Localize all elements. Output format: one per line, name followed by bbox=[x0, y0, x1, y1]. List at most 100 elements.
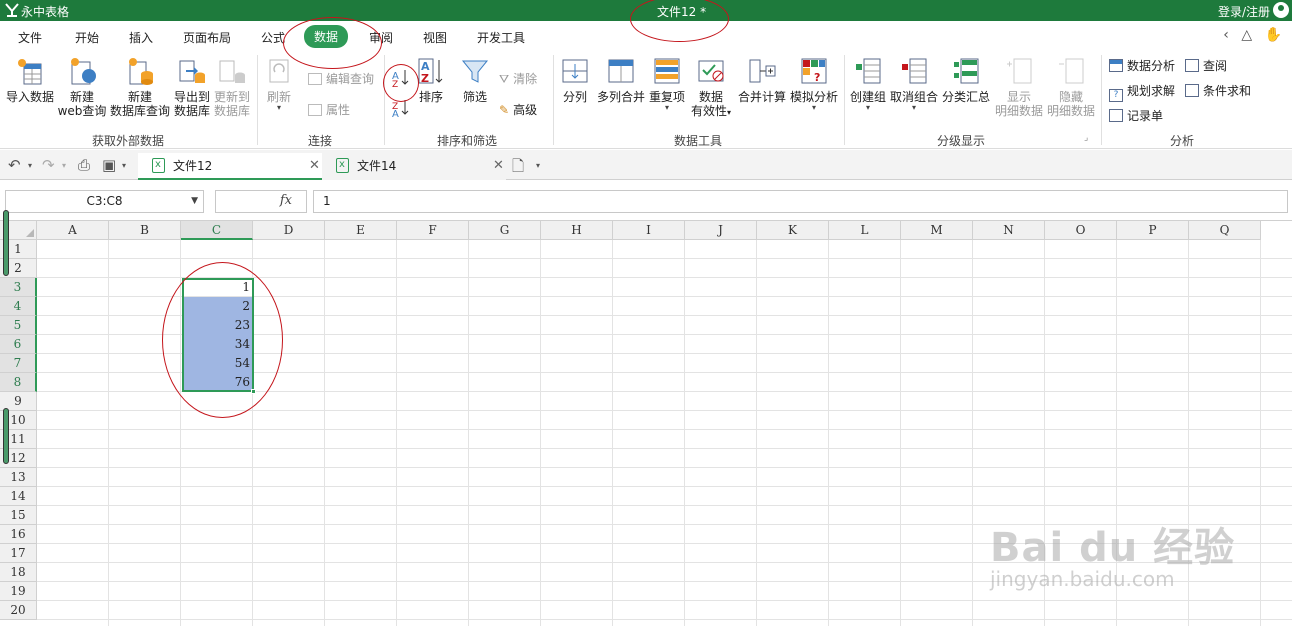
consolidate-button[interactable]: 合并计算 bbox=[737, 56, 787, 104]
row-header-20[interactable]: 20 bbox=[0, 601, 37, 620]
row-header-6[interactable]: 6 bbox=[0, 335, 37, 354]
data-validity-button[interactable]: 数据 有效性▾ bbox=[688, 56, 734, 120]
vertical-split-handle[interactable] bbox=[3, 210, 9, 276]
close-tab-icon[interactable]: ✕ bbox=[309, 153, 320, 179]
redo-icon[interactable]: ↷ bbox=[42, 156, 55, 174]
column-header-i[interactable]: I bbox=[613, 221, 685, 240]
column-header-h[interactable]: H bbox=[541, 221, 613, 240]
close-tab-icon[interactable]: ✕ bbox=[493, 153, 504, 179]
column-header-f[interactable]: F bbox=[397, 221, 469, 240]
name-box[interactable]: C3:C8 ▼ bbox=[5, 190, 204, 213]
text-to-columns-button[interactable]: 分列 bbox=[558, 56, 592, 104]
duplicates-button[interactable]: 重复项 ▾ bbox=[648, 56, 686, 112]
edit-query-button[interactable]: 编辑查询 bbox=[308, 70, 374, 87]
row-header-18[interactable]: 18 bbox=[0, 563, 37, 582]
outline-dialog-launcher-icon[interactable]: ⌟ bbox=[1084, 133, 1088, 143]
function-wizard[interactable]: fx bbox=[215, 190, 307, 213]
tab-data[interactable]: 数据 bbox=[304, 25, 349, 48]
tab-developer[interactable]: 开发工具 bbox=[477, 29, 525, 46]
print-preview-icon[interactable]: ⎙ bbox=[78, 156, 90, 174]
row-header-17[interactable]: 17 bbox=[0, 544, 37, 563]
column-header-g[interactable]: G bbox=[469, 221, 541, 240]
update-to-db-button[interactable]: 更新到 数据库 bbox=[212, 56, 252, 118]
duplicates-dropdown-icon[interactable]: ▾ bbox=[648, 104, 686, 112]
advanced-filter-button[interactable]: ✎ 高级 bbox=[499, 101, 537, 118]
data-validity-dropdown-icon[interactable]: ▾ bbox=[727, 108, 731, 117]
column-header-j[interactable]: J bbox=[685, 221, 757, 240]
user-avatar-icon[interactable] bbox=[1273, 2, 1289, 18]
lookup-button[interactable]: 查阅 bbox=[1185, 57, 1227, 74]
ungroup-button[interactable]: 取消组合 ▾ bbox=[890, 56, 938, 112]
row-header-19[interactable]: 19 bbox=[0, 582, 37, 601]
clear-filter-button[interactable]: ⛛ 清除 bbox=[499, 70, 537, 87]
column-header-l[interactable]: L bbox=[829, 221, 901, 240]
what-if-dropdown-icon[interactable]: ▾ bbox=[789, 104, 839, 112]
tab-review[interactable]: 审阅 bbox=[369, 29, 393, 46]
row-header-13[interactable]: 13 bbox=[0, 468, 37, 487]
tab-home[interactable]: 开始 bbox=[75, 29, 99, 46]
data-analysis-button[interactable]: 数据分析 bbox=[1109, 57, 1175, 74]
fx-icon[interactable]: fx bbox=[280, 193, 292, 208]
undo-icon[interactable]: ↶ bbox=[8, 156, 21, 174]
row-header-15[interactable]: 15 bbox=[0, 506, 37, 525]
ribbon-control-icons[interactable]: ‹ △ ✋ bbox=[1223, 27, 1286, 43]
column-header-a[interactable]: A bbox=[37, 221, 109, 240]
vertical-scroll-thumb[interactable] bbox=[3, 408, 9, 464]
column-header-q[interactable]: Q bbox=[1189, 221, 1261, 240]
tab-view[interactable]: 视图 bbox=[423, 29, 447, 46]
sort-ascending-button[interactable]: AZ bbox=[391, 67, 411, 90]
refresh-button[interactable]: 刷新 ▾ bbox=[262, 56, 296, 112]
save-icon[interactable]: ▣ bbox=[102, 156, 116, 174]
redo-dropdown-icon[interactable]: ▾ bbox=[62, 161, 66, 170]
show-detail-button[interactable]: 显示 明细数据 bbox=[993, 56, 1045, 118]
create-group-dropdown-icon[interactable]: ▾ bbox=[848, 104, 888, 112]
column-header-b[interactable]: B bbox=[109, 221, 181, 240]
sort-button[interactable]: AZ 排序 bbox=[414, 56, 448, 104]
subtotal-button[interactable]: 分类汇总 bbox=[941, 56, 991, 104]
row-header-3[interactable]: 3 bbox=[0, 278, 37, 297]
filter-button[interactable]: 筛选 bbox=[458, 56, 492, 104]
row-header-8[interactable]: 8 bbox=[0, 373, 37, 392]
tab-page-layout[interactable]: 页面布局 bbox=[183, 29, 231, 46]
formula-input[interactable]: 1 bbox=[313, 190, 1288, 213]
tab-file[interactable]: 文件 bbox=[18, 29, 42, 46]
row-header-16[interactable]: 16 bbox=[0, 525, 37, 544]
tab-insert[interactable]: 插入 bbox=[129, 29, 153, 46]
tab-formula[interactable]: 公式 bbox=[261, 29, 285, 46]
new-web-query-button[interactable]: 新建 web查询 bbox=[56, 56, 108, 118]
column-header-e[interactable]: E bbox=[325, 221, 397, 240]
row-header-5[interactable]: 5 bbox=[0, 316, 37, 335]
new-db-query-button[interactable]: 新建 数据库查询 bbox=[108, 56, 172, 118]
login-link[interactable]: 登录/注册 bbox=[1218, 3, 1270, 20]
merge-columns-button[interactable]: 多列合并 bbox=[596, 56, 646, 104]
record-form-button[interactable]: 记录单 bbox=[1109, 107, 1163, 124]
export-to-db-button[interactable]: 导出到 数据库 bbox=[172, 56, 212, 118]
row-header-4[interactable]: 4 bbox=[0, 297, 37, 316]
fill-handle[interactable] bbox=[251, 389, 256, 394]
create-group-button[interactable]: 创建组 ▾ bbox=[848, 56, 888, 112]
column-header-n[interactable]: N bbox=[973, 221, 1045, 240]
row-header-14[interactable]: 14 bbox=[0, 487, 37, 506]
doc-tab-file12[interactable]: 文件12 ✕ bbox=[138, 152, 322, 180]
import-data-button[interactable]: 导入数据 bbox=[4, 56, 56, 104]
new-document-dropdown-icon[interactable]: ▾ bbox=[536, 161, 540, 170]
column-header-p[interactable]: P bbox=[1117, 221, 1189, 240]
what-if-analysis-button[interactable]: ? 模拟分析 ▾ bbox=[789, 56, 839, 112]
doc-tab-file14[interactable]: 文件14 ✕ bbox=[322, 152, 506, 180]
column-header-o[interactable]: O bbox=[1045, 221, 1117, 240]
column-header-d[interactable]: D bbox=[253, 221, 325, 240]
row-header-7[interactable]: 7 bbox=[0, 354, 37, 373]
hide-detail-button[interactable]: 隐藏 明细数据 bbox=[1045, 56, 1097, 118]
sort-descending-button[interactable]: ZA bbox=[391, 97, 411, 120]
ungroup-dropdown-icon[interactable]: ▾ bbox=[890, 104, 938, 112]
undo-dropdown-icon[interactable]: ▾ bbox=[28, 161, 32, 170]
conditional-sum-button[interactable]: 条件求和 bbox=[1185, 82, 1251, 99]
solver-button[interactable]: ? 规划求解 bbox=[1109, 82, 1175, 102]
refresh-dropdown-icon[interactable]: ▾ bbox=[262, 104, 296, 112]
column-header-c[interactable]: C bbox=[181, 221, 253, 240]
new-document-icon[interactable]: 🗋 bbox=[512, 156, 524, 181]
column-header-m[interactable]: M bbox=[901, 221, 973, 240]
quick-access-dropdown-icon[interactable]: ▾ bbox=[122, 161, 126, 170]
properties-button[interactable]: 属性 bbox=[308, 101, 350, 118]
name-box-dropdown-icon[interactable]: ▼ bbox=[191, 191, 198, 212]
